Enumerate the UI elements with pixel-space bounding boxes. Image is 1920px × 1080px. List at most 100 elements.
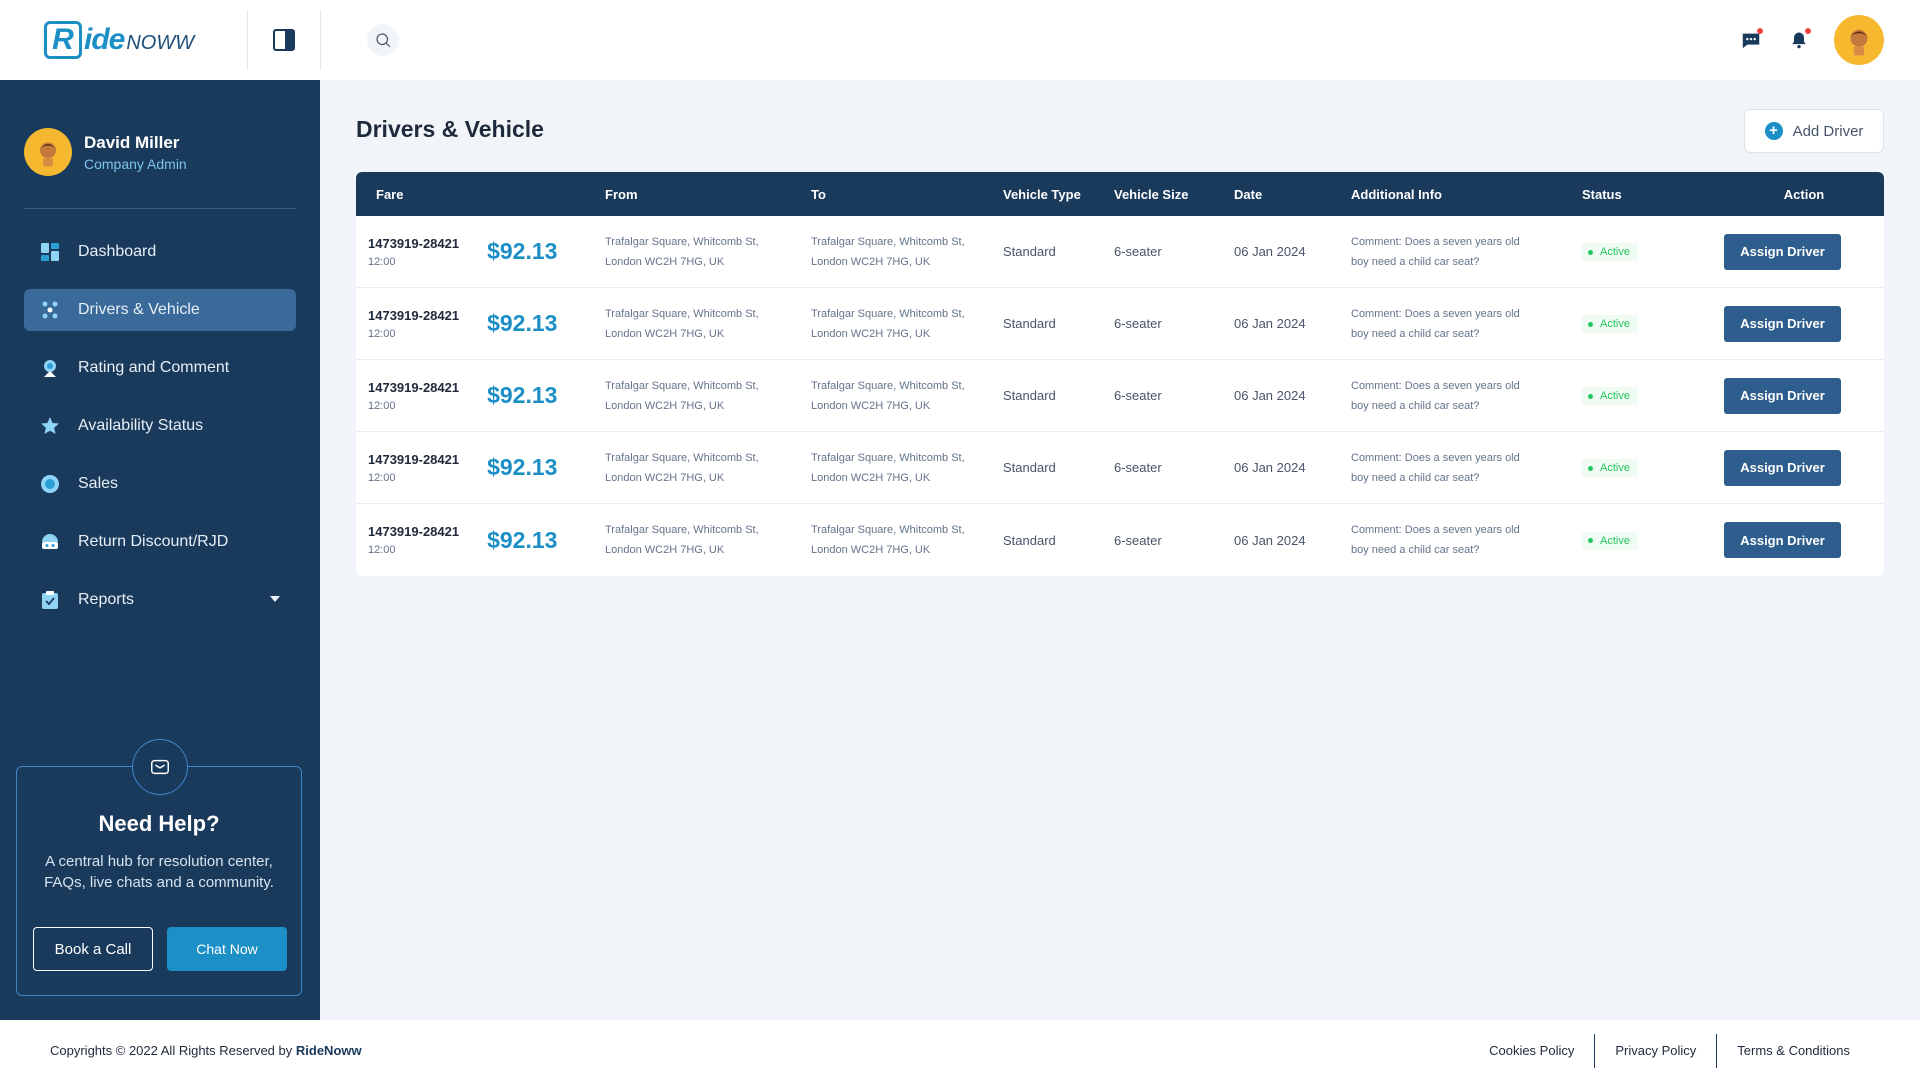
sidebar-item-drivers-vehicle[interactable]: Drivers & Vehicle xyxy=(24,289,296,331)
sidebar-toggle-icon xyxy=(273,29,295,51)
rating-icon xyxy=(40,358,60,378)
sidebar-item-return-discount[interactable]: Return Discount/RJD xyxy=(24,521,296,563)
header-divider xyxy=(320,10,321,70)
booking-id: 1473919-28421 xyxy=(368,307,460,323)
logo-text: ide xyxy=(84,23,125,56)
status-text: Active xyxy=(1600,318,1630,331)
assign-driver-button[interactable]: Assign Driver xyxy=(1724,377,1841,414)
table-row: 1473919-28421 12:00 $92.13 Trafalgar Square… xyxy=(356,360,1884,432)
plus-icon: + xyxy=(1764,122,1783,140)
status-dot xyxy=(1588,321,1593,327)
info-line: Comment: Does a seven years old xyxy=(1351,379,1520,392)
help-text: A central hub for resolution center, FAQ… xyxy=(44,853,274,891)
status-cell: Active xyxy=(1582,530,1724,550)
sidebar-item-availability-status[interactable]: Availability Status xyxy=(24,405,296,447)
info-line: Comment: Does a seven years old xyxy=(1351,307,1520,320)
booking-time: 12:00 xyxy=(368,399,396,412)
status-text: Active xyxy=(1600,246,1630,259)
sidebar-divider xyxy=(24,208,296,209)
logo[interactable]: R ide NOWW xyxy=(0,0,247,80)
info-line: Comment: Does a seven years old xyxy=(1351,235,1520,248)
help-card: Need Help? A central hub for resolution … xyxy=(16,739,302,996)
fare-cell: 1473919-28421 12:00 $92.13 xyxy=(356,236,605,268)
chat-now-button[interactable]: Chat Now xyxy=(167,927,287,971)
vehicle-type: Standard xyxy=(1003,388,1056,403)
assign-driver-button[interactable]: Assign Driver xyxy=(1724,522,1841,558)
drivers-icon xyxy=(40,300,60,320)
status-badge: Active xyxy=(1582,387,1638,406)
status-cell: Active xyxy=(1582,242,1724,262)
assign-driver-button[interactable]: Assign Driver xyxy=(1724,449,1841,486)
vehicle-size: 6-seater xyxy=(1114,316,1162,331)
action-cell: Assign Driver xyxy=(1724,449,1884,486)
sidebar-item-reports[interactable]: Reports xyxy=(24,579,296,621)
profile-card[interactable]: David Miller Company Admin xyxy=(0,80,320,188)
assign-driver-button[interactable]: Assign Driver xyxy=(1724,305,1841,342)
footer-links: Cookies Policy Privacy Policy Terms & Co… xyxy=(1469,1034,1870,1068)
fare-price: $92.13 xyxy=(487,454,558,480)
status-cell: Active xyxy=(1582,458,1724,478)
booking-date: 06 Jan 2024 xyxy=(1234,316,1306,331)
vehicle-size: 6-seater xyxy=(1114,244,1162,259)
column-header: Fare xyxy=(376,186,404,202)
status-text: Active xyxy=(1600,462,1630,475)
column-header: To xyxy=(811,186,826,202)
messages-button[interactable] xyxy=(1738,27,1764,53)
info-line: boy need a child car seat? xyxy=(1351,399,1480,412)
booking-id: 1473919-28421 xyxy=(368,524,460,539)
action-cell: Assign Driver xyxy=(1724,305,1884,342)
action-cell: Assign Driver xyxy=(1724,377,1884,414)
page-header: Drivers & Vehicle + Add Driver xyxy=(356,80,1884,172)
booking-id: 1473919-28421 xyxy=(368,379,460,395)
booking-date: 06 Jan 2024 xyxy=(1234,388,1306,403)
booking-time: 12:00 xyxy=(368,471,396,484)
status-dot xyxy=(1588,393,1593,399)
additional-info: Comment: Does a seven years old boy need … xyxy=(1351,304,1582,344)
booking-date: 06 Jan 2024 xyxy=(1234,460,1306,475)
vehicle-type: Standard xyxy=(1003,532,1056,548)
footer: Copyrights © 2022 All Rights Reserved by… xyxy=(0,1020,1920,1080)
fare-price: $92.13 xyxy=(487,310,558,336)
info-line: Comment: Does a seven years old xyxy=(1351,524,1520,536)
sidebar-item-sales[interactable]: Sales xyxy=(24,463,296,505)
book-call-button[interactable]: Book a Call xyxy=(33,927,153,971)
table-header: Fare From To Vehicle Type Vehicle Size D… xyxy=(356,172,1884,216)
info-line: Comment: Does a seven years old xyxy=(1351,451,1520,464)
add-driver-button[interactable]: + Add Driver xyxy=(1744,109,1884,153)
notifications-button[interactable] xyxy=(1786,27,1812,53)
booking-id: 1473919-28421 xyxy=(368,451,460,467)
address-line: London WC2H 7HG, UK xyxy=(811,544,931,556)
sidebar-item-dashboard[interactable]: Dashboard xyxy=(24,231,296,273)
search-button[interactable] xyxy=(367,24,399,56)
sidebar-item-label: Reports xyxy=(78,591,135,608)
status-dot xyxy=(1588,249,1593,255)
status-cell: Active xyxy=(1582,386,1724,406)
address-line: Trafalgar Square, Whitcomb St, xyxy=(605,524,759,536)
mail-icon xyxy=(132,739,188,795)
user-avatar[interactable] xyxy=(1834,15,1884,65)
column-header: Action xyxy=(1783,186,1825,202)
terms-conditions-link[interactable]: Terms & Conditions xyxy=(1717,1034,1870,1068)
booking-date: 06 Jan 2024 xyxy=(1234,532,1306,548)
privacy-policy-link[interactable]: Privacy Policy xyxy=(1595,1034,1716,1068)
sidebar-toggle-button[interactable] xyxy=(248,0,320,80)
column-header: Status xyxy=(1582,186,1622,202)
fare-price: $92.13 xyxy=(487,382,558,408)
avatar-face-icon xyxy=(40,142,56,167)
vehicle-size: 6-seater xyxy=(1114,388,1162,403)
address-line: Trafalgar Square, Whitcomb St, xyxy=(811,524,965,536)
sidebar-item-rating-comment[interactable]: Rating and Comment xyxy=(24,347,296,389)
sidebar-item-label: Return Discount/RJD xyxy=(78,533,229,550)
address-line: Trafalgar Square, Whitcomb St, xyxy=(811,379,965,392)
sales-icon xyxy=(40,474,60,494)
column-header: Vehicle Size xyxy=(1114,186,1189,202)
fare-price: $92.13 xyxy=(487,526,558,553)
additional-info: Comment: Does a seven years old boy need … xyxy=(1351,232,1582,272)
fare-cell: 1473919-28421 12:00 $92.13 xyxy=(356,308,605,340)
cookies-policy-link[interactable]: Cookies Policy xyxy=(1469,1034,1594,1068)
assign-driver-button[interactable]: Assign Driver xyxy=(1724,233,1841,270)
vehicle-type: Standard xyxy=(1003,316,1056,331)
copyright-brand: RideNoww xyxy=(295,1042,362,1058)
fare-cell: 1473919-28421 12:00 $92.13 xyxy=(356,524,605,556)
copyright: Copyrights © 2022 All Rights Reserved by… xyxy=(50,1043,362,1058)
